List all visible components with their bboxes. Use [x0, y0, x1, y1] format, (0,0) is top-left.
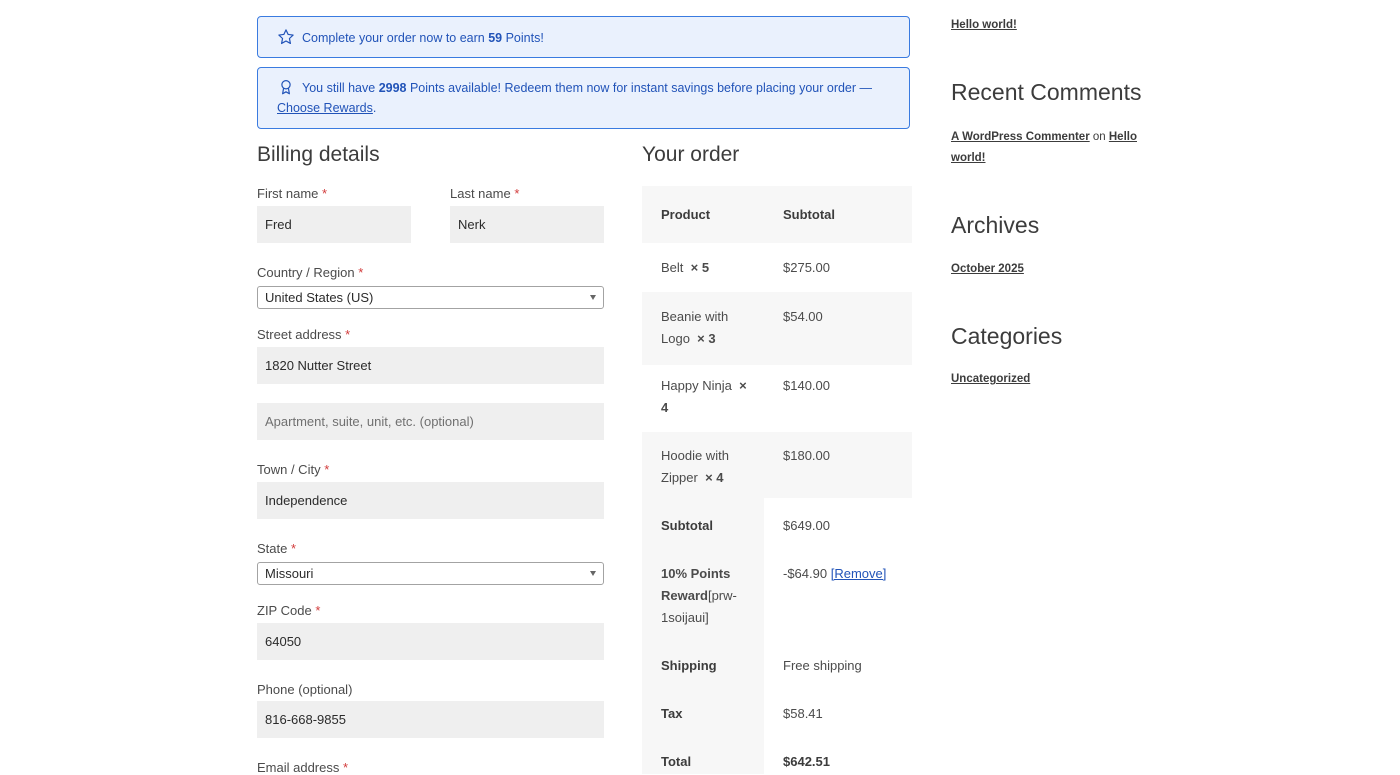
chevron-down-icon: [590, 571, 596, 576]
redeem-points-notice: You still have 2998 Points available! Re…: [257, 67, 910, 129]
archives-title: Archives: [951, 212, 1040, 238]
country-label-text: Country / Region: [257, 265, 355, 280]
shipping-label: Shipping: [661, 658, 717, 673]
your-order-title: Your order: [642, 143, 740, 166]
order-item-price: $140.00: [783, 378, 830, 393]
order-item-name: Belt × 5: [661, 257, 751, 279]
country-select-value: United States (US): [265, 290, 374, 305]
zip-label: ZIP Code *: [257, 603, 320, 618]
choose-rewards-link[interactable]: Choose Rewards: [277, 101, 373, 115]
tax-value: $58.41: [783, 706, 823, 721]
redeem-notice-middle: Points available! Redeem them now for in…: [406, 81, 873, 95]
total-value: $642.51: [783, 754, 830, 769]
order-item-name: Beanie with Logo × 3: [661, 306, 751, 350]
points-reward-label: 10% Points Reward[prw-1soijaui]: [661, 563, 743, 629]
reward-discount-value: -$64.90: [783, 566, 828, 581]
order-item-price: $275.00: [783, 260, 830, 275]
category-link-uncategorized[interactable]: Uncategorized: [951, 369, 1030, 390]
phone-label: Phone (optional): [257, 682, 353, 697]
required-mark: *: [322, 186, 328, 201]
item-qty: × 5: [690, 260, 710, 275]
column-header-product: Product: [661, 207, 711, 222]
last-name-label: Last name *: [450, 186, 519, 201]
required-mark: *: [514, 186, 520, 201]
phone-input[interactable]: 816-668-9855: [257, 701, 604, 738]
subtotal-label: Subtotal: [661, 518, 713, 533]
redeem-notice-suffix: .: [372, 101, 377, 115]
archive-link-october-2025[interactable]: October 2025: [951, 259, 1024, 280]
chevron-down-icon: [590, 295, 596, 300]
subtotal-value: $649.00: [783, 518, 830, 533]
redeem-points-value: 2998: [378, 81, 407, 95]
order-item-price: $54.00: [783, 309, 823, 324]
street-label-text: Street address: [257, 327, 342, 342]
earn-points-value: 59: [488, 31, 503, 45]
street-address-label: Street address *: [257, 327, 350, 342]
item-name-text: Happy Ninja: [661, 378, 732, 393]
required-mark: *: [315, 603, 321, 618]
recent-comments-title: Recent Comments: [951, 79, 1142, 105]
earn-points-notice: Complete your order now to earn 59 Point…: [257, 16, 910, 58]
state-label-text: State: [257, 541, 288, 556]
order-footer-label-column: [642, 498, 764, 774]
order-item-name: Happy Ninja × 4: [661, 375, 751, 419]
zip-input[interactable]: 64050: [257, 623, 604, 660]
order-item-name: Hoodie with Zipper × 4: [661, 445, 751, 489]
column-header-subtotal: Subtotal: [783, 207, 835, 222]
order-item-price: $180.00: [783, 448, 830, 463]
item-name-text: Belt: [661, 260, 684, 275]
item-name-text: Beanie with Logo: [661, 309, 729, 346]
last-name-label-text: Last name: [450, 186, 511, 201]
points-reward-value: -$64.90 [Remove]: [783, 563, 886, 585]
first-name-label: First name *: [257, 186, 327, 201]
city-input[interactable]: Independence: [257, 482, 604, 519]
earn-notice-text: Complete your order now to earn: [302, 31, 489, 45]
first-name-input[interactable]: Fred: [257, 206, 411, 243]
item-qty: × 3: [697, 331, 716, 346]
country-label: Country / Region *: [257, 265, 363, 280]
earn-notice-suffix: Points!: [502, 31, 544, 45]
shipping-value: Free shipping: [783, 658, 862, 673]
item-qty: × 4: [705, 470, 724, 485]
comment-author-link[interactable]: A WordPress Commenter: [951, 131, 1090, 143]
email-label: Email address *: [257, 760, 348, 775]
required-mark: *: [358, 265, 364, 280]
categories-title: Categories: [951, 323, 1063, 349]
required-mark: *: [343, 760, 349, 775]
award-ribbon-icon: [281, 80, 291, 95]
state-select[interactable]: Missouri: [257, 562, 604, 585]
tax-label: Tax: [661, 706, 683, 721]
state-select-value: Missouri: [265, 566, 314, 581]
recent-post-link[interactable]: Hello world!: [951, 15, 1017, 36]
total-label: Total: [661, 754, 692, 769]
billing-details-title: Billing details: [257, 143, 380, 166]
zip-label-text: ZIP Code: [257, 603, 312, 618]
country-select[interactable]: United States (US): [257, 286, 604, 309]
remove-coupon-link[interactable]: [Remove]: [831, 566, 887, 581]
recent-comment-item: A WordPress Commenter on Hello world!: [951, 127, 1151, 169]
city-label-text: Town / City: [257, 462, 321, 477]
state-label: State *: [257, 541, 296, 556]
comment-on-text: on: [1089, 131, 1109, 143]
last-name-input[interactable]: Nerk: [450, 206, 604, 243]
apartment-input[interactable]: Apartment, suite, unit, etc. (optional): [257, 403, 604, 440]
email-label-text: Email address: [257, 760, 340, 775]
first-name-label-text: First name: [257, 186, 319, 201]
redeem-notice-text: You still have: [302, 81, 379, 95]
street-address-input[interactable]: 1820 Nutter Street: [257, 347, 604, 384]
required-mark: *: [324, 462, 330, 477]
city-label: Town / City *: [257, 462, 329, 477]
star-icon: [278, 29, 294, 45]
required-mark: *: [345, 327, 351, 342]
required-mark: *: [290, 541, 297, 556]
